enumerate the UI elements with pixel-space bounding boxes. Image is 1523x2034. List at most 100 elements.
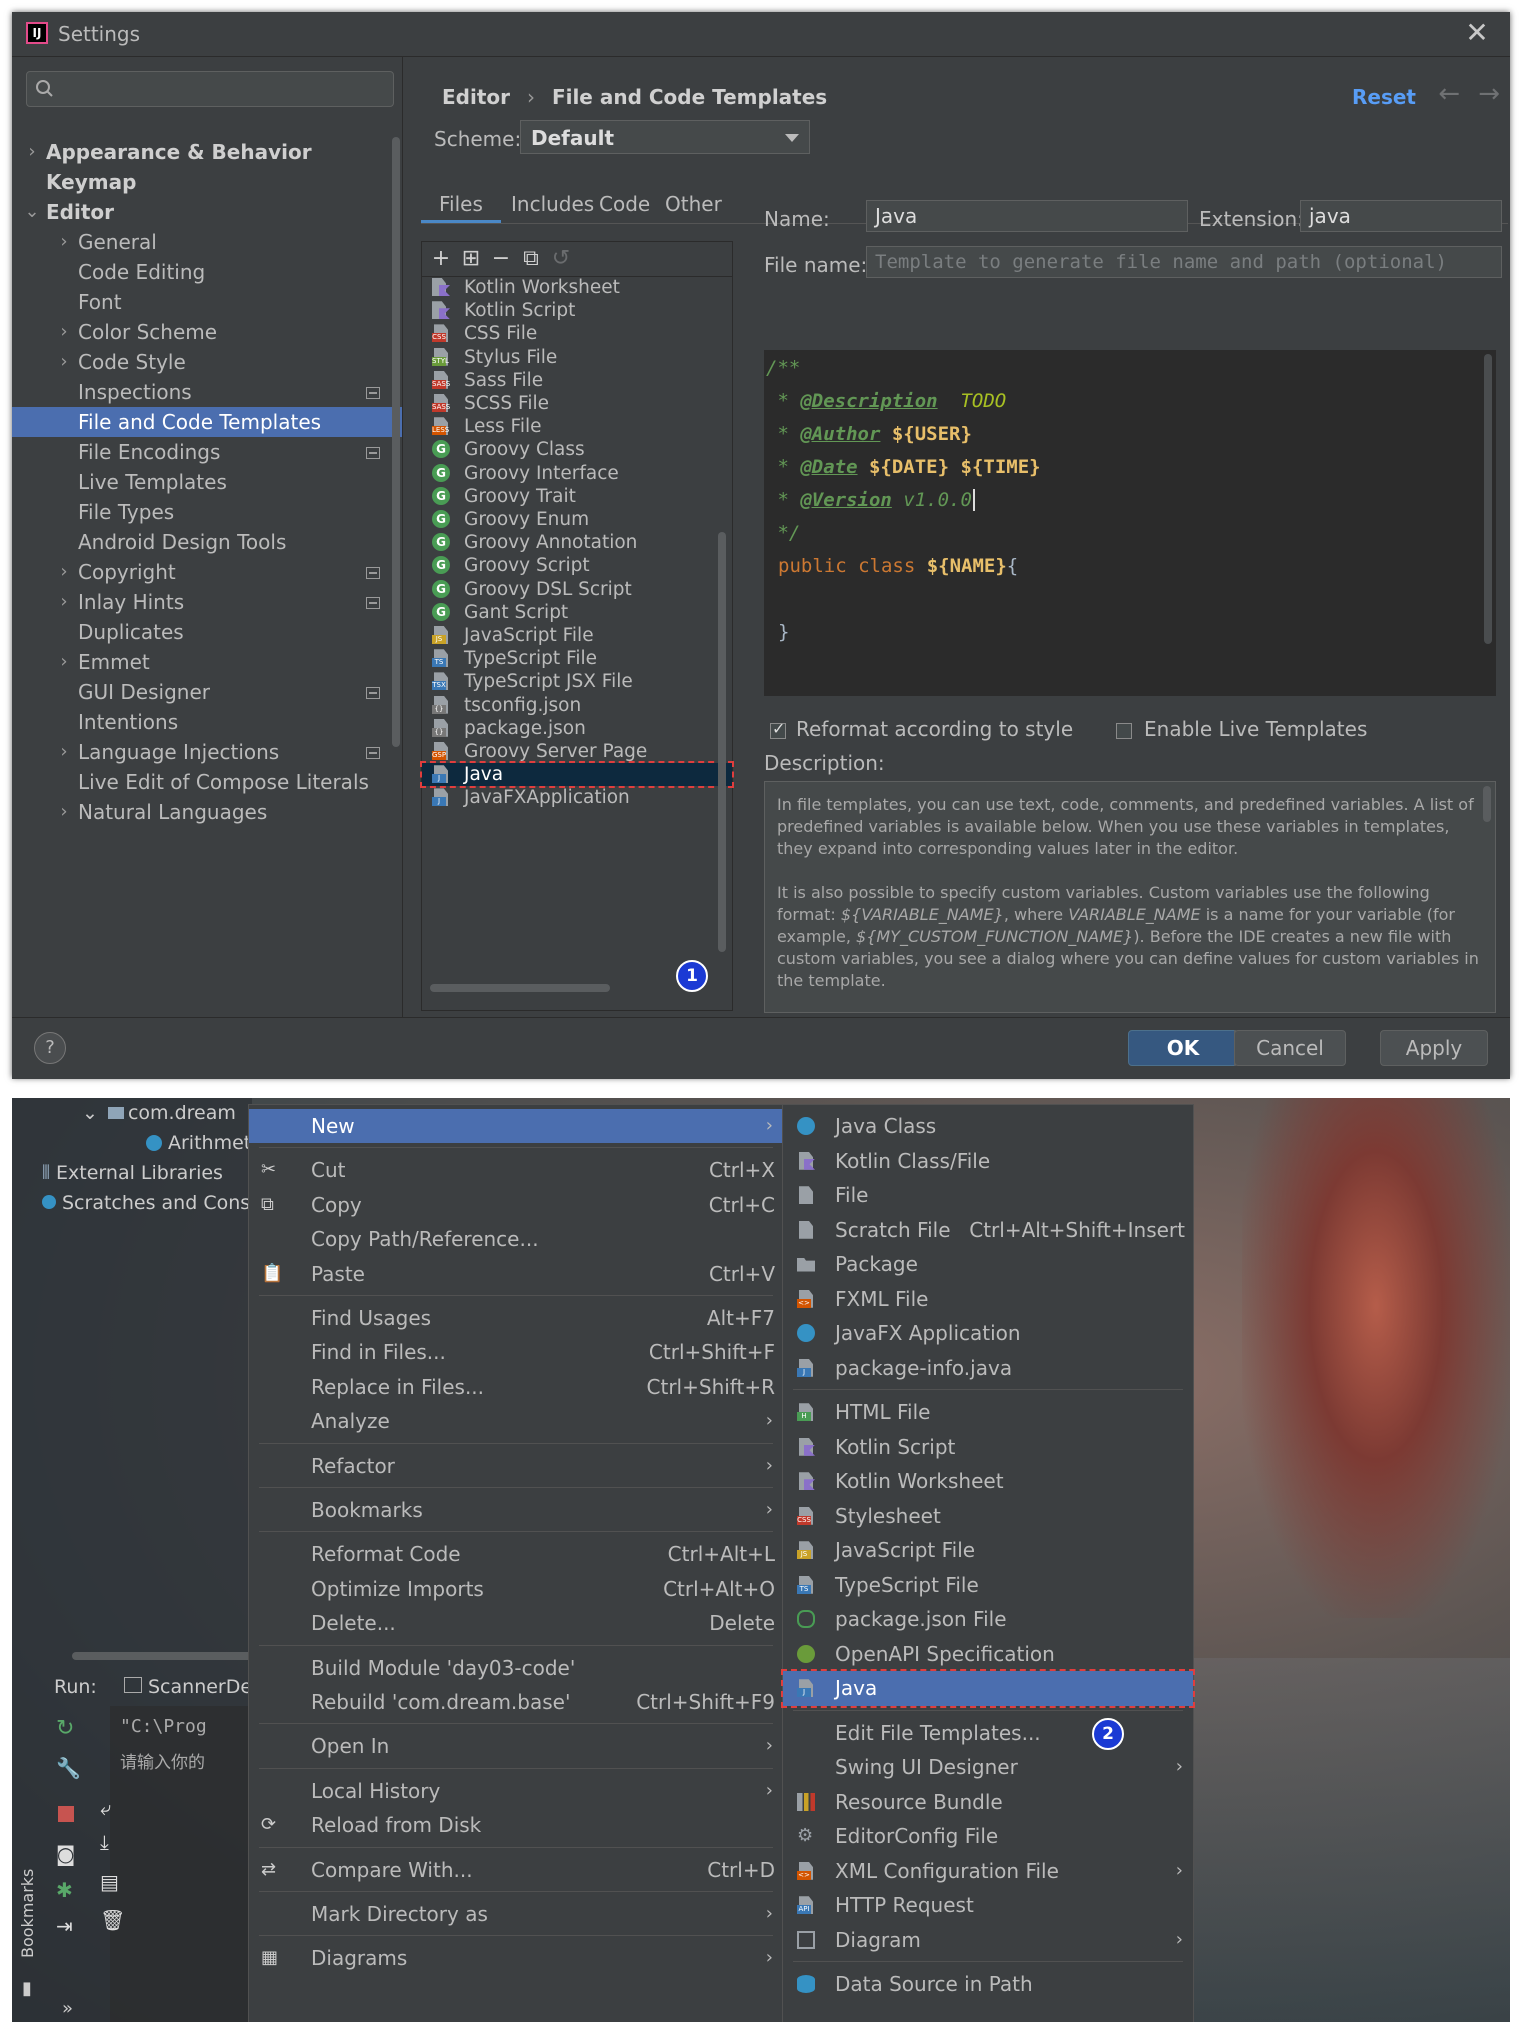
chevron-right-icon[interactable]: › [56, 587, 72, 617]
menu-item-copy-path-reference[interactable]: Copy Path/Reference... [249, 1222, 783, 1256]
description-scrollbar[interactable] [1483, 786, 1491, 822]
menu-item-local-history[interactable]: Local History › [249, 1774, 783, 1808]
sidebar-item-color-scheme[interactable]: › Color Scheme [12, 317, 402, 347]
tree-item-class[interactable]: Arithmet [146, 1132, 251, 1154]
chevron-right-icon[interactable]: › [56, 797, 72, 827]
cancel-button[interactable]: Cancel [1234, 1030, 1346, 1066]
menu-item-javafx-application[interactable]: JavaFX Application [783, 1316, 1193, 1351]
menu-item-typescript-file[interactable]: TS TypeScript File [783, 1568, 1193, 1603]
reformat-checkbox[interactable] [770, 719, 786, 739]
template-item-groovy-class[interactable]: G Groovy Class [422, 438, 732, 461]
menu-item-kotlin-script[interactable]: Kotlin Script [783, 1430, 1193, 1465]
print-icon[interactable]: ▤ [100, 1870, 119, 1894]
menu-item-analyze[interactable]: Analyze › [249, 1404, 783, 1438]
live-templates-checkbox[interactable] [1116, 723, 1132, 739]
rerun-icon[interactable]: ↻ [56, 1716, 74, 1741]
menu-item-editorconfig-file[interactable]: ⚙ EditorConfig File [783, 1819, 1193, 1854]
menu-item-resource-bundle[interactable]: Resource Bundle [783, 1785, 1193, 1820]
sidebar-item-gui-designer[interactable]: GUI Designer [12, 677, 402, 707]
menu-item-rebuild-com-dream-base[interactable]: Rebuild 'com.dream.base' Ctrl+Shift+F9 [249, 1685, 783, 1719]
menu-item-delete[interactable]: Delete... Delete [249, 1606, 783, 1640]
template-item-typescript-jsx-file[interactable]: TSX TypeScript JSX File [422, 670, 732, 693]
menu-item-compare-with[interactable]: ⇄ Compare With... Ctrl+D [249, 1853, 783, 1887]
template-item-groovy-server-page[interactable]: GSP Groovy Server Page [422, 740, 732, 763]
sidebar-scrollbar[interactable] [392, 137, 400, 747]
menu-item-replace-in-files[interactable]: Replace in Files... Ctrl+Shift+R [249, 1370, 783, 1404]
name-input[interactable]: Java [866, 200, 1188, 232]
template-item-typescript-file[interactable]: TS TypeScript File [422, 647, 732, 670]
menu-item-java[interactable]: J Java [781, 1669, 1195, 1708]
stop-icon[interactable] [58, 1806, 74, 1822]
menu-item-diagram[interactable]: Diagram › [783, 1923, 1193, 1958]
chevron-right-icon[interactable]: › [56, 737, 72, 767]
bookmark-icon[interactable]: ▮ [22, 1978, 32, 1999]
debug-icon[interactable]: ✱ [56, 1878, 73, 1902]
run-tab[interactable]: ScannerDe [124, 1676, 252, 1698]
chevron-right-icon[interactable]: › [56, 347, 72, 377]
forward-arrow-icon[interactable]: → [1478, 79, 1500, 109]
chevron-down-icon[interactable]: ⌄ [24, 197, 40, 227]
template-item-groovy-dsl-script[interactable]: G Groovy DSL Script [422, 578, 732, 601]
menu-item-swing-ui-designer[interactable]: Swing UI Designer › [783, 1750, 1193, 1785]
template-item-javascript-file[interactable]: JS JavaScript File [422, 624, 732, 647]
sidebar-item-natural-languages[interactable]: › Natural Languages [12, 797, 402, 827]
sidebar-item-file-encodings[interactable]: File Encodings [12, 437, 402, 467]
add-child-icon[interactable]: ⊞ [458, 246, 484, 272]
apply-button[interactable]: Apply [1380, 1030, 1488, 1066]
menu-item-edit-file-templates[interactable]: Edit File Templates... [783, 1716, 1193, 1751]
template-item-stylus-file[interactable]: STYL Stylus File [422, 346, 732, 369]
menu-item-open-in[interactable]: Open In › [249, 1729, 783, 1763]
menu-item-html-file[interactable]: H HTML File [783, 1395, 1193, 1430]
menu-item-copy[interactable]: ⧉ Copy Ctrl+C [249, 1188, 783, 1222]
breadcrumb-parent[interactable]: Editor [442, 85, 510, 109]
sidebar-item-keymap[interactable]: Keymap [12, 167, 402, 197]
soft-wrap-icon[interactable]: ⤶ [100, 1796, 111, 1820]
chevron-right-icon[interactable]: › [56, 227, 72, 257]
exit-icon[interactable]: ⇥ [56, 1914, 73, 1938]
template-item-groovy-trait[interactable]: G Groovy Trait [422, 485, 732, 508]
menu-item-new[interactable]: New › [249, 1109, 783, 1144]
list-scrollbar[interactable] [718, 532, 726, 952]
wrench-icon[interactable]: 🔧 [56, 1756, 81, 1780]
template-item-groovy-enum[interactable]: G Groovy Enum [422, 508, 732, 531]
menu-item-reformat-code[interactable]: Reformat Code Ctrl+Alt+L [249, 1537, 783, 1571]
template-item-less-file[interactable]: LESS Less File [422, 415, 732, 438]
extension-input[interactable]: java [1300, 200, 1502, 232]
more-icon[interactable]: » [62, 1998, 73, 2019]
tab-files[interactable]: Files [421, 185, 501, 223]
tree-item-scratches[interactable]: Scratches and Conso [42, 1192, 262, 1214]
bookmarks-side-tab[interactable]: Bookmarks [18, 1869, 37, 1958]
sidebar-item-live-edit-of-compose-literals[interactable]: Live Edit of Compose Literals [12, 767, 402, 797]
sidebar-item-duplicates[interactable]: Duplicates [12, 617, 402, 647]
tree-item-package[interactable]: ⌄ com.dream [82, 1102, 236, 1124]
sidebar-item-file-and-code-templates[interactable]: File and Code Templates [12, 407, 402, 437]
template-item-groovy-script[interactable]: G Groovy Script [422, 554, 732, 577]
chevron-right-icon[interactable]: › [56, 557, 72, 587]
template-item-kotlin-script[interactable]: Kotlin Script [422, 299, 732, 322]
chevron-right-icon[interactable]: › [24, 137, 40, 167]
sidebar-item-live-templates[interactable]: Live Templates [12, 467, 402, 497]
template-item-gant-script[interactable]: G Gant Script [422, 601, 732, 624]
sidebar-item-emmet[interactable]: › Emmet [12, 647, 402, 677]
sidebar-item-file-types[interactable]: File Types [12, 497, 402, 527]
sidebar-item-inlay-hints[interactable]: › Inlay Hints [12, 587, 402, 617]
sidebar-item-appearance-behavior[interactable]: › Appearance & Behavior [12, 137, 402, 167]
chevron-right-icon[interactable]: › [56, 647, 72, 677]
revert-icon[interactable]: ↺ [548, 246, 574, 272]
menu-item-openapi-specification[interactable]: OpenAPI Specification [783, 1637, 1193, 1672]
sidebar-item-language-injections[interactable]: › Language Injections [12, 737, 402, 767]
sidebar-item-editor[interactable]: ⌄ Editor [12, 197, 402, 227]
menu-item-data-source-in-path[interactable]: Data Source in Path [783, 1967, 1193, 2002]
settings-search-input[interactable] [26, 71, 394, 107]
sidebar-item-code-style[interactable]: › Code Style [12, 347, 402, 377]
template-item-package-json[interactable]: {} package.json [422, 717, 732, 740]
menu-item-optimize-imports[interactable]: Optimize Imports Ctrl+Alt+O [249, 1572, 783, 1606]
menu-item-diagrams[interactable]: ▦ Diagrams › [249, 1941, 783, 1975]
template-item-groovy-interface[interactable]: G Groovy Interface [422, 462, 732, 485]
menu-item-package-json-file[interactable]: package.json File [783, 1602, 1193, 1637]
template-item-kotlin-worksheet[interactable]: Kotlin Worksheet [422, 276, 732, 299]
sidebar-item-intentions[interactable]: Intentions [12, 707, 402, 737]
menu-item-xml-configuration-file[interactable]: <> XML Configuration File › [783, 1854, 1193, 1889]
menu-item-find-usages[interactable]: Find Usages Alt+F7 [249, 1301, 783, 1335]
sidebar-item-copyright[interactable]: › Copyright [12, 557, 402, 587]
